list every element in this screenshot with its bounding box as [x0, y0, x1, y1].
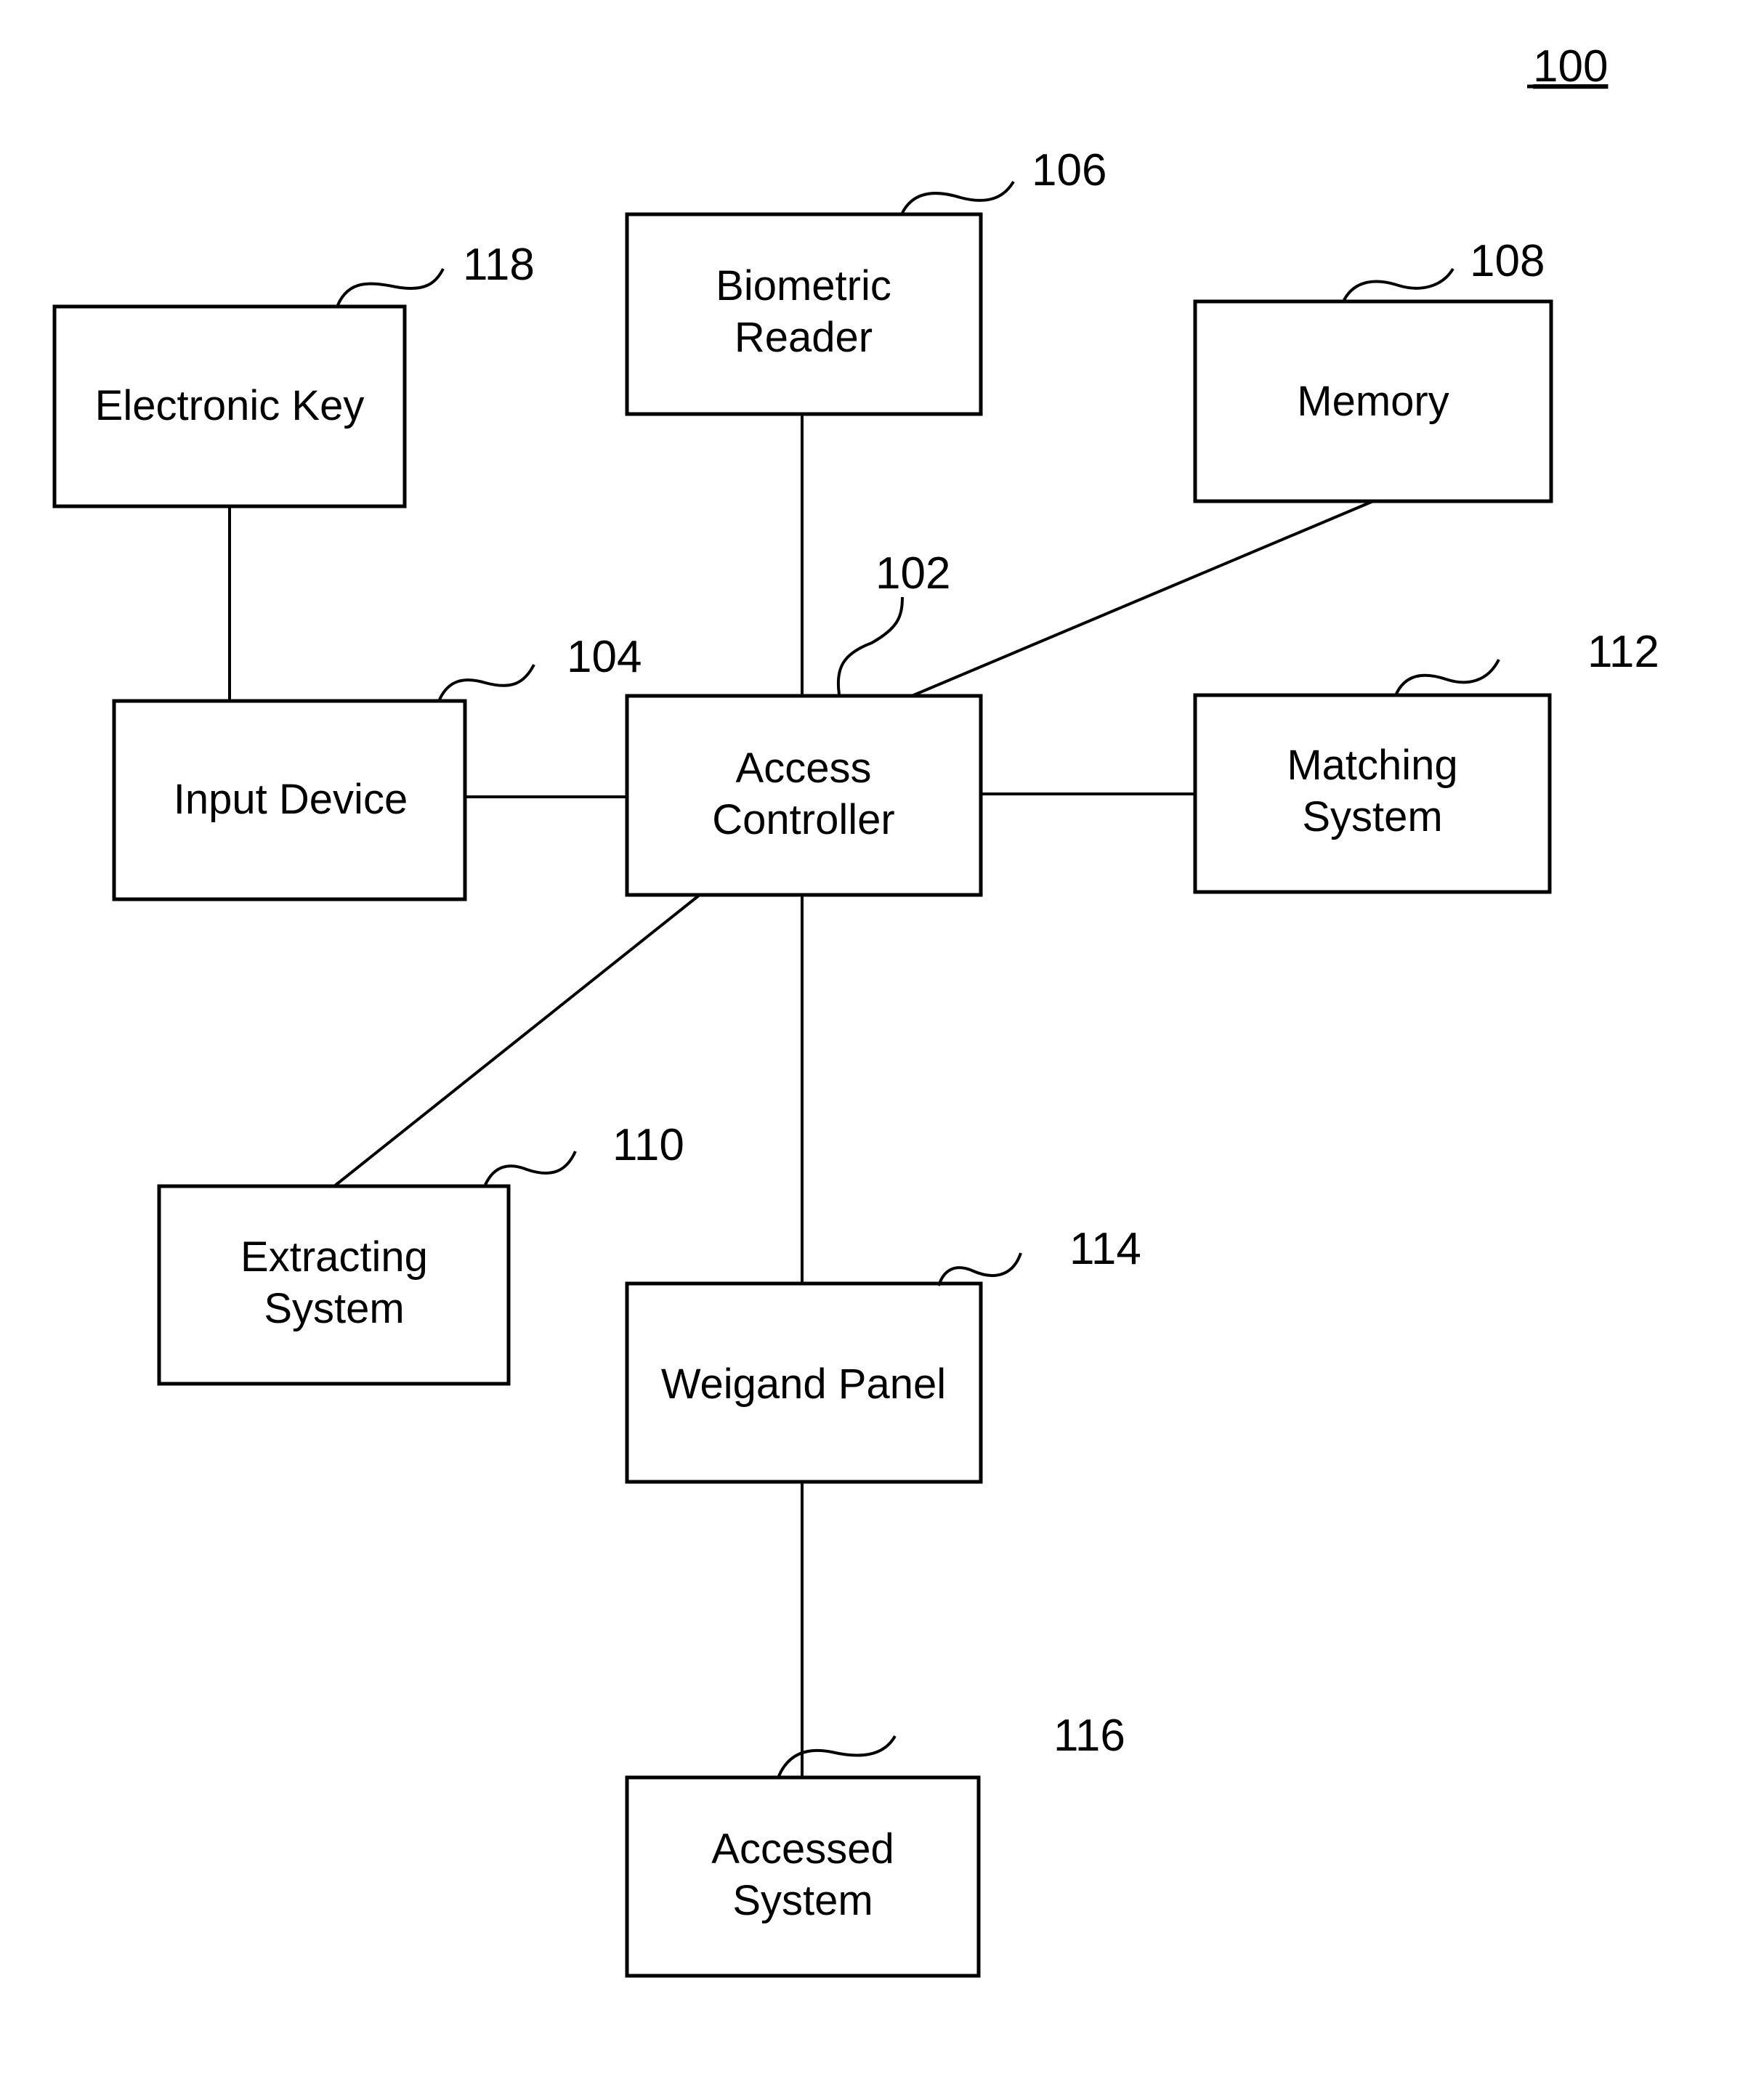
block-extracting-system: Extracting System — [157, 1184, 511, 1386]
block-input-device: Input Device — [112, 699, 467, 901]
block-electronic-key: Electronic Key — [52, 304, 407, 508]
leader-118 — [336, 268, 445, 306]
block-electronic-key-label: Electronic Key — [95, 382, 365, 429]
block-access-controller-frame — [625, 694, 983, 897]
ref-label-112: 112 — [1587, 627, 1659, 677]
block-accessed-system: Accessed System — [625, 1775, 981, 1978]
leader-112 — [1395, 659, 1500, 694]
block-extracting-system-label-line1: Extracting — [240, 1233, 428, 1281]
ref-label-104: 104 — [567, 632, 642, 682]
ref-label-108: 108 — [1470, 236, 1545, 286]
block-matching-system-label-line1: Matching — [1287, 742, 1457, 789]
block-access-controller-label-line2: Controller — [712, 796, 894, 843]
ref-label-118: 118 — [463, 240, 535, 290]
block-weigand-panel: Weigand Panel — [625, 1281, 983, 1484]
leader-106 — [901, 180, 1015, 214]
block-access-controller: Access Controller — [625, 694, 983, 897]
block-matching-system-label-line2: System — [1302, 793, 1442, 840]
block-matching-system: Matching System — [1193, 693, 1552, 894]
block-extracting-system-label-line2: System — [264, 1285, 404, 1332]
leader-116 — [777, 1735, 897, 1777]
block-memory: Memory — [1193, 299, 1553, 503]
block-weigand-panel-label: Weigand Panel — [661, 1361, 946, 1408]
block-biometric-reader-label-line1: Biometric — [716, 262, 891, 309]
block-biometric-reader: Biometric Reader — [625, 212, 983, 416]
connector-memory-access-controller — [911, 500, 1374, 697]
ref-label-106: 106 — [1032, 145, 1106, 195]
block-accessed-system-label-line2: System — [732, 1877, 873, 1924]
ref-label-116: 116 — [1053, 1711, 1125, 1761]
figure-label: 100 — [1533, 41, 1608, 92]
block-memory-label: Memory — [1297, 378, 1449, 425]
block-diagram: 100 Electronic Key 118 Biometric Reader … — [52, 41, 1659, 1978]
ref-label-110: 110 — [612, 1120, 684, 1170]
ref-label-114: 114 — [1069, 1224, 1141, 1274]
block-biometric-reader-label-line2: Reader — [735, 314, 873, 361]
leader-114 — [937, 1252, 1022, 1286]
leader-108 — [1343, 267, 1455, 301]
ref-label-102: 102 — [875, 548, 950, 599]
block-accessed-system-label-line1: Accessed — [711, 1825, 894, 1873]
block-access-controller-label-line1: Access — [736, 745, 872, 792]
block-input-device-label: Input Device — [174, 776, 408, 823]
leader-110 — [484, 1151, 577, 1185]
leader-104 — [438, 664, 535, 700]
leader-102 — [836, 596, 904, 695]
